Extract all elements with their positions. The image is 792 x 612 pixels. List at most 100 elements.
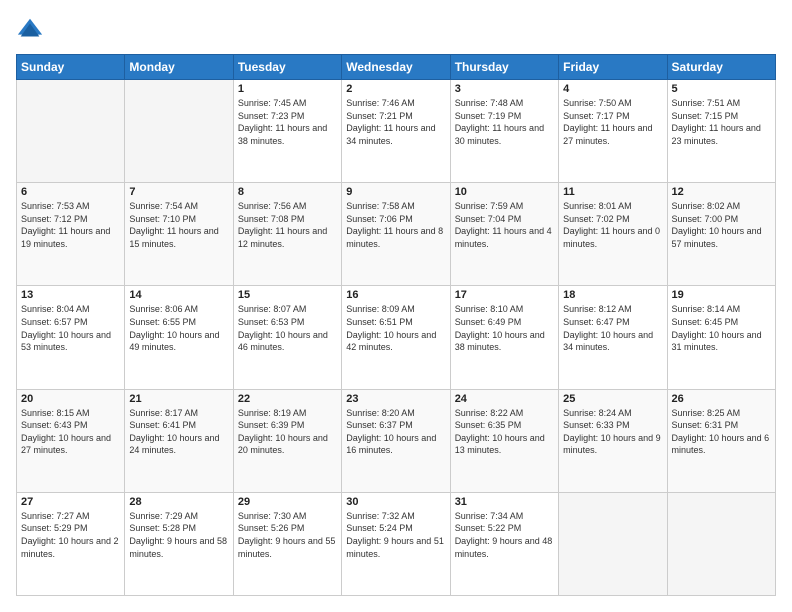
weekday-header-monday: Monday xyxy=(125,55,233,80)
day-number: 31 xyxy=(455,496,554,508)
day-number: 14 xyxy=(129,289,228,301)
day-info: Sunrise: 7:45 AMSunset: 7:23 PMDaylight:… xyxy=(238,97,337,147)
weekday-header-thursday: Thursday xyxy=(450,55,558,80)
day-info: Sunrise: 7:53 AMSunset: 7:12 PMDaylight:… xyxy=(21,200,120,250)
calendar-body: 1 Sunrise: 7:45 AMSunset: 7:23 PMDaylight… xyxy=(17,80,776,596)
day-info: Sunrise: 7:50 AMSunset: 7:17 PMDaylight:… xyxy=(563,97,662,147)
day-info: Sunrise: 7:54 AMSunset: 7:10 PMDaylight:… xyxy=(129,200,228,250)
calendar-header-row: SundayMondayTuesdayWednesdayThursdayFrid… xyxy=(17,55,776,80)
day-info: Sunrise: 8:02 AMSunset: 7:00 PMDaylight:… xyxy=(672,200,771,250)
calendar-cell: 20 Sunrise: 8:15 AMSunset: 6:43 PMDayligh… xyxy=(17,389,125,492)
header xyxy=(16,16,776,44)
calendar-cell xyxy=(17,80,125,183)
day-number: 12 xyxy=(672,186,771,198)
day-number: 10 xyxy=(455,186,554,198)
day-number: 15 xyxy=(238,289,337,301)
calendar-table: SundayMondayTuesdayWednesdayThursdayFrid… xyxy=(16,54,776,596)
calendar-cell: 16Sunrise: 8:09 AMSunset: 6:51 PMDayligh… xyxy=(342,286,450,389)
day-number: 11 xyxy=(563,186,662,198)
calendar-week-4: 27 Sunrise: 7:27 AMSunset: 5:29 PMDayligh… xyxy=(17,492,776,595)
day-info: Sunrise: 8:06 AMSunset: 6:55 PMDaylight:… xyxy=(129,303,228,353)
day-info: Sunrise: 8:17 AMSunset: 6:41 PMDaylight:… xyxy=(129,407,228,457)
day-number: 23 xyxy=(346,393,445,405)
calendar-cell: 9Sunrise: 7:58 AMSunset: 7:06 PMDaylight… xyxy=(342,183,450,286)
day-info: Sunrise: 7:30 AMSunset: 5:26 PMDaylight:… xyxy=(238,510,337,560)
calendar-week-0: 1 Sunrise: 7:45 AMSunset: 7:23 PMDaylight… xyxy=(17,80,776,183)
calendar-cell: 3Sunrise: 7:48 AMSunset: 7:19 PMDaylight… xyxy=(450,80,558,183)
calendar-cell: 12 Sunrise: 8:02 AMSunset: 7:00 PMDayligh… xyxy=(667,183,775,286)
day-number: 27 xyxy=(21,496,120,508)
calendar-cell: 8 Sunrise: 7:56 AMSunset: 7:08 PMDaylight… xyxy=(233,183,341,286)
calendar-cell xyxy=(125,80,233,183)
calendar-cell: 14 Sunrise: 8:06 AMSunset: 6:55 PMDayligh… xyxy=(125,286,233,389)
day-number: 19 xyxy=(672,289,771,301)
calendar-cell: 23 Sunrise: 8:20 AMSunset: 6:37 PMDayligh… xyxy=(342,389,450,492)
day-number: 18 xyxy=(563,289,662,301)
day-number: 26 xyxy=(672,393,771,405)
calendar-cell: 26Sunrise: 8:25 AMSunset: 6:31 PMDayligh… xyxy=(667,389,775,492)
calendar-cell: 2 Sunrise: 7:46 AMSunset: 7:21 PMDaylight… xyxy=(342,80,450,183)
day-info: Sunrise: 7:27 AMSunset: 5:29 PMDaylight:… xyxy=(21,510,120,560)
calendar-cell: 13 Sunrise: 8:04 AMSunset: 6:57 PMDayligh… xyxy=(17,286,125,389)
day-info: Sunrise: 7:29 AMSunset: 5:28 PMDaylight:… xyxy=(129,510,228,560)
weekday-header-friday: Friday xyxy=(559,55,667,80)
day-info: Sunrise: 7:48 AMSunset: 7:19 PMDaylight:… xyxy=(455,97,554,147)
day-info: Sunrise: 8:12 AMSunset: 6:47 PMDaylight:… xyxy=(563,303,662,353)
day-number: 6 xyxy=(21,186,120,198)
day-info: Sunrise: 7:51 AMSunset: 7:15 PMDaylight:… xyxy=(672,97,771,147)
day-info: Sunrise: 8:14 AMSunset: 6:45 PMDaylight:… xyxy=(672,303,771,353)
calendar-cell: 4Sunrise: 7:50 AMSunset: 7:17 PMDaylight… xyxy=(559,80,667,183)
calendar-cell: 28Sunrise: 7:29 AMSunset: 5:28 PMDayligh… xyxy=(125,492,233,595)
page: SundayMondayTuesdayWednesdayThursdayFrid… xyxy=(0,0,792,612)
day-number: 22 xyxy=(238,393,337,405)
day-info: Sunrise: 7:56 AMSunset: 7:08 PMDaylight:… xyxy=(238,200,337,250)
day-number: 13 xyxy=(21,289,120,301)
day-info: Sunrise: 8:15 AMSunset: 6:43 PMDaylight:… xyxy=(21,407,120,457)
calendar-cell: 27 Sunrise: 7:27 AMSunset: 5:29 PMDayligh… xyxy=(17,492,125,595)
weekday-header-sunday: Sunday xyxy=(17,55,125,80)
day-number: 20 xyxy=(21,393,120,405)
day-info: Sunrise: 7:34 AMSunset: 5:22 PMDaylight:… xyxy=(455,510,554,560)
calendar-week-3: 20 Sunrise: 8:15 AMSunset: 6:43 PMDayligh… xyxy=(17,389,776,492)
day-info: Sunrise: 8:10 AMSunset: 6:49 PMDaylight:… xyxy=(455,303,554,353)
day-info: Sunrise: 8:22 AMSunset: 6:35 PMDaylight:… xyxy=(455,407,554,457)
day-info: Sunrise: 8:07 AMSunset: 6:53 PMDaylight:… xyxy=(238,303,337,353)
day-number: 7 xyxy=(129,186,228,198)
calendar-week-1: 6 Sunrise: 7:53 AMSunset: 7:12 PMDaylight… xyxy=(17,183,776,286)
day-info: Sunrise: 7:46 AMSunset: 7:21 PMDaylight:… xyxy=(346,97,445,147)
day-info: Sunrise: 7:32 AMSunset: 5:24 PMDaylight:… xyxy=(346,510,445,560)
weekday-header-tuesday: Tuesday xyxy=(233,55,341,80)
calendar-cell: 22 Sunrise: 8:19 AMSunset: 6:39 PMDayligh… xyxy=(233,389,341,492)
calendar-cell: 1 Sunrise: 7:45 AMSunset: 7:23 PMDaylight… xyxy=(233,80,341,183)
calendar-cell: 21Sunrise: 8:17 AMSunset: 6:41 PMDayligh… xyxy=(125,389,233,492)
day-number: 2 xyxy=(346,83,445,95)
day-number: 25 xyxy=(563,393,662,405)
calendar-cell: 25Sunrise: 8:24 AMSunset: 6:33 PMDayligh… xyxy=(559,389,667,492)
day-info: Sunrise: 8:04 AMSunset: 6:57 PMDaylight:… xyxy=(21,303,120,353)
calendar-cell xyxy=(559,492,667,595)
day-number: 29 xyxy=(238,496,337,508)
day-info: Sunrise: 8:19 AMSunset: 6:39 PMDaylight:… xyxy=(238,407,337,457)
calendar-cell: 29 Sunrise: 7:30 AMSunset: 5:26 PMDayligh… xyxy=(233,492,341,595)
calendar-cell: 11 Sunrise: 8:01 AMSunset: 7:02 PMDayligh… xyxy=(559,183,667,286)
day-number: 17 xyxy=(455,289,554,301)
calendar-cell xyxy=(667,492,775,595)
day-info: Sunrise: 7:58 AMSunset: 7:06 PMDaylight:… xyxy=(346,200,445,250)
calendar-cell: 6 Sunrise: 7:53 AMSunset: 7:12 PMDaylight… xyxy=(17,183,125,286)
day-number: 8 xyxy=(238,186,337,198)
day-info: Sunrise: 8:20 AMSunset: 6:37 PMDaylight:… xyxy=(346,407,445,457)
day-number: 5 xyxy=(672,83,771,95)
day-number: 1 xyxy=(238,83,337,95)
calendar-cell: 5 Sunrise: 7:51 AMSunset: 7:15 PMDaylight… xyxy=(667,80,775,183)
calendar-week-2: 13 Sunrise: 8:04 AMSunset: 6:57 PMDayligh… xyxy=(17,286,776,389)
calendar-cell: 30 Sunrise: 7:32 AMSunset: 5:24 PMDayligh… xyxy=(342,492,450,595)
weekday-header-wednesday: Wednesday xyxy=(342,55,450,80)
day-info: Sunrise: 8:01 AMSunset: 7:02 PMDaylight:… xyxy=(563,200,662,250)
calendar-cell: 15 Sunrise: 8:07 AMSunset: 6:53 PMDayligh… xyxy=(233,286,341,389)
calendar-cell: 18 Sunrise: 8:12 AMSunset: 6:47 PMDayligh… xyxy=(559,286,667,389)
logo-icon xyxy=(16,16,44,44)
day-number: 30 xyxy=(346,496,445,508)
calendar-cell: 10Sunrise: 7:59 AMSunset: 7:04 PMDayligh… xyxy=(450,183,558,286)
calendar-cell: 31 Sunrise: 7:34 AMSunset: 5:22 PMDayligh… xyxy=(450,492,558,595)
day-info: Sunrise: 8:09 AMSunset: 6:51 PMDaylight:… xyxy=(346,303,445,353)
